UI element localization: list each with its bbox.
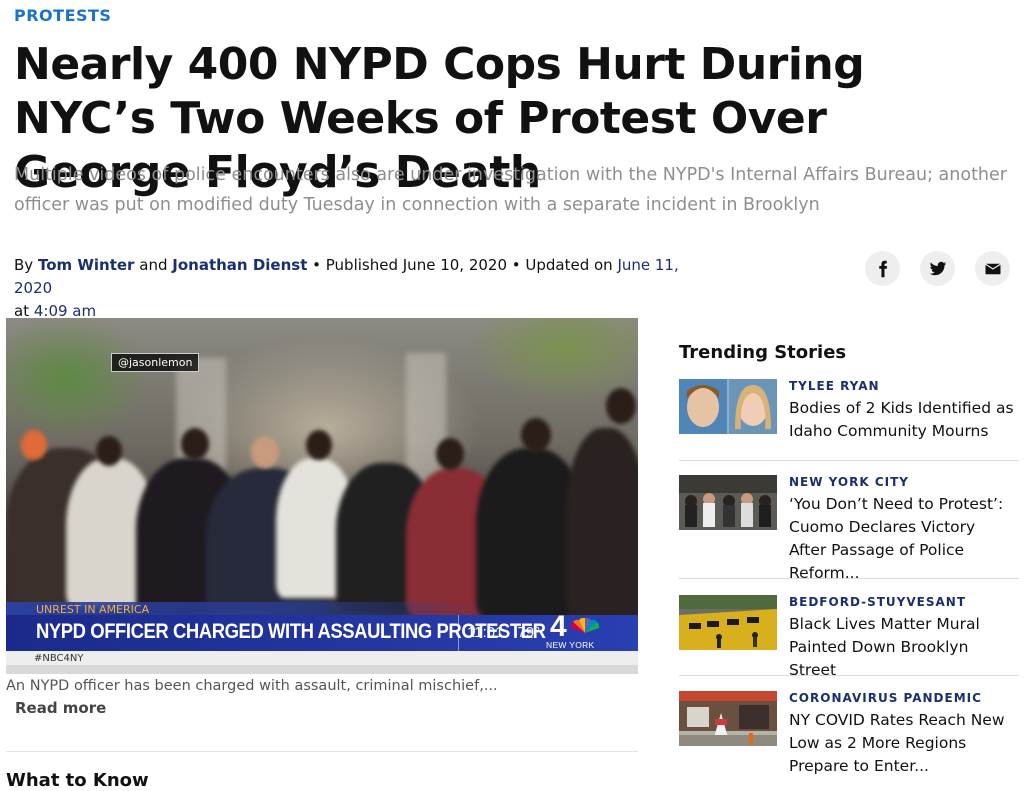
twitter-icon [929,261,946,275]
publish-info: • Published June 10, 2020 • Updated on [312,256,613,274]
ticker-bar: #NBC4NY [6,651,638,674]
story-headline[interactable]: NY COVID Rates Reach New Low as 2 More R… [789,709,1017,778]
crowd-head [306,430,332,460]
trending-story-3[interactable]: BEDFORD-STUYVESANT Black Lives Matter Mu… [679,595,1019,695]
lower-third-time-temp: 11:01 79° [458,615,557,651]
peacock-icon [570,618,600,633]
story-kicker: NEW YORK CITY [789,475,909,489]
ticker-strip [6,665,638,674]
trending-stories-title: Trending Stories [679,342,847,363]
ticker-hashtag: #NBC4NY [34,653,84,664]
author-link-tom-winter[interactable]: Tom Winter [38,256,135,274]
facebook-share-button[interactable] [865,251,900,286]
story-thumbnail [679,691,777,746]
story-headline[interactable]: Black Lives Matter Mural Painted Down Br… [789,613,1017,682]
crowd-head [436,438,464,470]
byline-and: and [139,256,168,274]
trending-story-1[interactable]: TYLEE RYAN Bodies of 2 Kids Identified a… [679,379,1019,479]
story-kicker: TYLEE RYAN [789,379,880,393]
station-city: NEW YORK [546,640,595,650]
broadcast-temperature: 79° [517,624,541,641]
video-watermark: @jasonlemon [111,353,200,372]
trending-divider [679,578,1019,579]
story-kicker: BEDFORD-STUYVESANT [789,595,967,609]
trending-divider [679,675,1019,676]
what-to-know-heading: What to Know [6,770,149,791]
twitter-share-button[interactable] [920,251,955,286]
story-thumbnail [679,379,777,434]
crowd-head [521,418,551,452]
trending-divider [679,460,1019,461]
story-thumbnail [679,475,777,530]
byline-by: By [14,256,34,274]
story-headline[interactable]: Bodies of 2 Kids Identified as Idaho Com… [789,397,1017,443]
crowd-head [181,428,209,460]
section-link[interactable]: PROTESTS [14,6,111,25]
story-thumbnail [679,595,777,650]
nbc4-logo: 4 NEW YORK [546,610,610,652]
share-buttons [865,251,1010,286]
trending-story-4[interactable]: CORONAVIRUS PANDEMIC NY COVID Rates Reac… [679,691,1019,791]
crowd-head [251,436,279,468]
broadcast-time: 11:01 [467,624,504,641]
trending-story-2[interactable]: NEW YORK CITY ‘You Don’t Need to Protest… [679,475,1019,582]
video-player[interactable]: @jasonlemon UNREST IN AMERICA NYPD OFFIC… [6,318,638,674]
crowd-head [96,436,122,466]
station-number: 4 [550,610,567,643]
read-more-button[interactable]: Read more [15,699,106,717]
video-caption: An NYPD officer has been charged with as… [6,678,498,694]
article-dek: Multiple videos of police encounters als… [14,165,1007,215]
crowd-figure [566,428,638,618]
email-share-button[interactable] [975,251,1010,286]
story-headline[interactable]: ‘You Don’t Need to Protest’: Cuomo Decla… [789,493,1017,585]
facebook-icon [878,260,887,277]
email-icon [985,263,1000,274]
crowd-head [606,388,636,424]
crowd-head [21,430,47,460]
byline: By Tom Winter and Jonathan Dienst • Publ… [14,254,694,323]
author-link-jonathan-dienst[interactable]: Jonathan Dienst [172,256,307,274]
story-kicker: CORONAVIRUS PANDEMIC [789,691,982,705]
section-divider [6,751,638,752]
